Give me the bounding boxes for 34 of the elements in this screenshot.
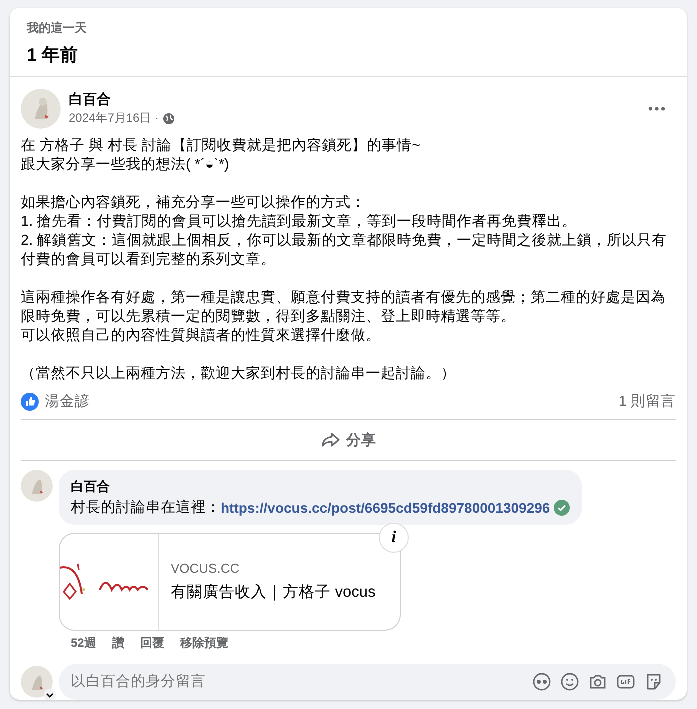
post-text-line: 這兩種操作各有好處，第一種是讓忠實、願意付費支持的讀者有優先的感覺；第二種的好處是因為限時免費，可以先累積一定的閱覽數，得到多點關注、登上即時精選等等。 <box>21 289 667 327</box>
avatar-sticker-icon[interactable] <box>532 672 552 692</box>
post-text-line: 如果擔心內容鎖死，補充分享一些可以操作的方式： <box>21 194 367 213</box>
preview-title: 有關廣告收入｜方格子 vocus <box>171 583 376 603</box>
memory-label: 我的這一天 <box>27 20 88 37</box>
comment-count[interactable]: 1 則留言 <box>618 392 676 411</box>
comment-action[interactable]: 移除預覽 <box>180 635 228 652</box>
author-name[interactable]: 白百合 <box>69 91 648 109</box>
comment-action[interactable]: 讚 <box>112 635 124 652</box>
comment-text: 村長的討論串在這裡： <box>71 498 221 517</box>
post-text-line: 1. 搶先看：付費訂閱的會員可以搶先讀到最新文章，等到一段時間作者再免費釋出。 <box>21 213 578 232</box>
like-icon <box>21 392 39 410</box>
emoji-icon[interactable] <box>560 672 580 692</box>
share-button[interactable]: 分享 <box>308 424 388 456</box>
comment-author[interactable]: 白百合 <box>71 478 570 496</box>
liker-name[interactable]: 湯金諺 <box>45 392 619 411</box>
post-text-line: 可以依照自己的內容性質與讀者的性質來選擇什麼做。 <box>21 327 382 346</box>
globe-icon <box>163 112 176 124</box>
check-icon <box>554 500 570 516</box>
comment-field[interactable]: 以白百合的身分留言 <box>59 664 676 700</box>
info-button[interactable]: i <box>379 523 409 553</box>
preview-domain: VOCUS.CC <box>171 561 241 576</box>
post-text-line: 跟大家分享一些我的想法( *´◒`*) <box>21 156 230 175</box>
post-text-line: （當然不只以上兩種方法，歡迎大家到村長的討論串一起討論。） <box>21 365 457 384</box>
more-icon[interactable] <box>648 106 666 112</box>
chevron-icon[interactable] <box>44 689 56 700</box>
memory-title: 1 年前 <box>27 44 80 67</box>
post-date[interactable]: 2024年7月16日 · <box>69 110 160 127</box>
post-text-line: 在 方格子 與 村長 討論【訂閱收費就是把內容鎖死】的事情~ <box>21 137 422 156</box>
comment-link[interactable]: https://vocus.cc/post/6695cd59fd89780001309296 <box>221 500 550 516</box>
comment-time: 52週 <box>71 635 96 652</box>
share-icon <box>320 430 340 450</box>
comment-action[interactable]: 回覆 <box>140 635 164 652</box>
post-text-line: 2. 解鎖舊文：這個就跟上個相反，你可以最新的文章都限時免費，一定時間之後就上鎖，所以只有付費的會員可以看到完整的系列文章。 <box>21 232 668 270</box>
